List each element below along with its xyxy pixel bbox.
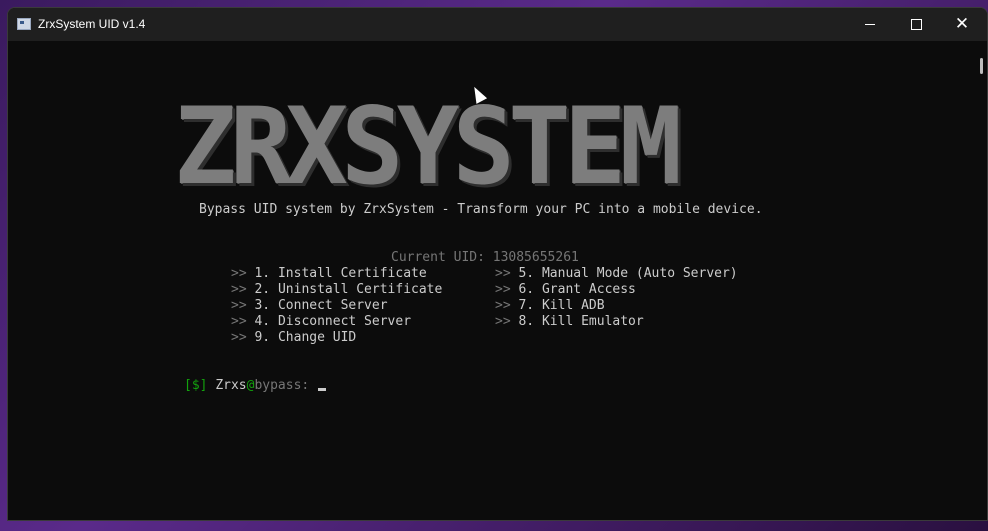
prompt-dollar: $ [191,378,200,393]
ascii-logo: ZRXSYSTEM [174,85,794,208]
menu-arrow: >> [231,330,247,345]
vertical-scrollbar[interactable] [975,41,987,520]
minimize-button[interactable] [847,8,893,41]
menu-arrow: >> [231,314,247,329]
menu-item-uninstall-certificate: >> 2. Uninstall Certificate [231,282,442,297]
prompt-open-bracket: [ [184,378,192,393]
prompt-host: bypass [254,378,302,393]
menu-item-label: 5. Manual Mode (Auto Server) [518,266,738,281]
menu-arrow: >> [495,298,511,313]
menu-item-connect-server: >> 3. Connect Server [231,298,388,313]
menu-item-disconnect-server: >> 4. Disconnect Server [231,314,411,329]
terminal-window: ZrxSystem UID v1.4 ✕ ZRXSYSTEM Bypass UI… [7,7,988,521]
console-output[interactable]: ZRXSYSTEM Bypass UID system by ZrxSystem… [8,41,975,520]
close-button[interactable]: ✕ [939,8,985,41]
text-cursor [318,388,327,391]
tagline: Bypass UID system by ZrxSystem - Transfo… [199,202,763,217]
menu-item-label: 6. Grant Access [518,282,636,297]
menu-item-label: 2. Uninstall Certificate [254,282,443,297]
menu-item-kill-adb: >> 7. Kill ADB [495,298,605,313]
menu-arrow: >> [231,266,247,281]
menu-item-label: 9. Change UID [254,330,357,345]
title-bar[interactable]: ZrxSystem UID v1.4 ✕ [8,8,987,41]
current-uid-line: Current UID: 13085655261 [391,250,579,265]
menu-arrow: >> [231,298,247,313]
maximize-button[interactable] [893,8,939,41]
scrollbar-thumb[interactable] [980,58,983,74]
menu-item-grant-access: >> 6. Grant Access [495,282,636,297]
menu-item-kill-emulator: >> 8. Kill Emulator [495,314,644,329]
prompt-user: Zrxs [215,378,247,393]
menu-arrow: >> [495,266,511,281]
menu-arrow: >> [231,282,247,297]
logo-text: ZRXSYSTEM [174,85,682,208]
maximize-icon [910,19,922,30]
menu-item-label: 4. Disconnect Server [254,314,412,329]
menu-arrow: >> [495,282,511,297]
minimize-icon [865,24,875,25]
menu-item-install-certificate: >> 1. Install Certificate [231,266,427,281]
prompt-colon: : [301,378,310,393]
menu-item-label: 3. Connect Server [254,298,388,313]
menu-item-label: 8. Kill Emulator [518,314,644,329]
prompt-close-bracket: ] [199,378,208,393]
uid-label: Current UID: [391,250,485,265]
menu-item-label: 1. Install Certificate [254,266,427,281]
menu-item-manual-mode: >> 5. Manual Mode (Auto Server) [495,266,738,281]
menu-arrow: >> [495,314,511,329]
menu-item-change-uid: >> 9. Change UID [231,330,356,345]
uid-value: 13085655261 [492,250,579,265]
terminal-app-icon[interactable] [17,18,31,30]
window-title: ZrxSystem UID v1.4 [38,17,146,31]
command-prompt[interactable]: [$] Zrxs@bypass: [184,378,327,393]
menu-item-label: 7. Kill ADB [518,298,605,313]
close-icon: ✕ [954,14,970,34]
